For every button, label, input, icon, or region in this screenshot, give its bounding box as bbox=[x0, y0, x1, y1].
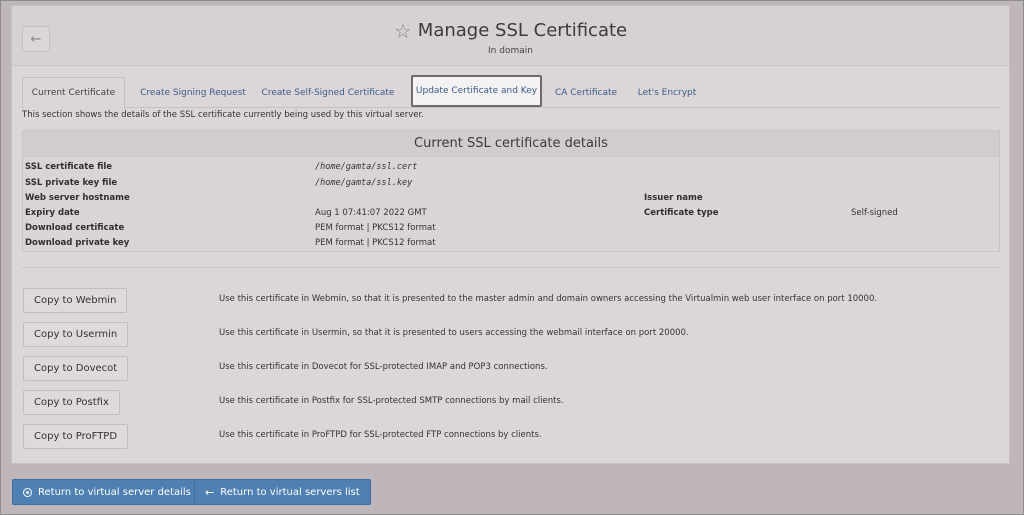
copy-to-postfix-button[interactable]: Copy to Postfix bbox=[23, 390, 120, 415]
return-to-servers-list-label: Return to virtual servers list bbox=[220, 486, 360, 498]
main-panel: ← ☆ Manage SSL Certificate In domain Cur… bbox=[11, 5, 1010, 464]
tab-lets-encrypt[interactable]: Let's Encrypt bbox=[630, 77, 704, 108]
page-title: Manage SSL Certificate bbox=[417, 20, 628, 41]
issuer-label: Issuer name bbox=[644, 193, 703, 203]
circle-dot-icon bbox=[23, 487, 32, 497]
return-to-server-details-label: Return to virtual server details bbox=[38, 486, 191, 498]
cert-type-value: Self-signed bbox=[851, 208, 898, 218]
return-to-servers-list-button[interactable]: ← Return to virtual servers list bbox=[194, 479, 371, 505]
download-key-links[interactable]: PEM format | PKCS12 format bbox=[315, 238, 436, 248]
copy-to-proftpd-button[interactable]: Copy to ProFTPD bbox=[23, 424, 129, 449]
key-file-label: SSL private key file bbox=[25, 178, 118, 188]
certificate-details-table: Current SSL certificate details SSL cert… bbox=[22, 130, 1000, 252]
details-heading: Current SSL certificate details bbox=[23, 131, 999, 157]
copy-to-usermin-button[interactable]: Copy to Usermin bbox=[23, 322, 129, 347]
section-divider bbox=[22, 267, 1000, 268]
tab-bar: Current Certificate Create Signing Reque… bbox=[22, 75, 1000, 109]
page-subtitle: In domain bbox=[488, 45, 533, 56]
tab-create-self-signed-certificate[interactable]: Create Self-Signed Certificate bbox=[259, 77, 397, 108]
copy-to-postfix-description: Use this certificate in Postfix for SSL-… bbox=[219, 396, 564, 406]
cert-type-label: Certificate type bbox=[644, 208, 719, 218]
key-file-value: /home/gamta/ssl.key bbox=[315, 178, 413, 188]
copy-to-proftpd-description: Use this certificate in ProFTPD for SSL-… bbox=[219, 430, 542, 440]
section-description: This section shows the details of the SS… bbox=[22, 110, 424, 120]
tab-current-certificate[interactable]: Current Certificate bbox=[22, 77, 125, 109]
download-key-label: Download private key bbox=[25, 238, 130, 248]
tab-create-signing-request[interactable]: Create Signing Request bbox=[132, 77, 254, 108]
cert-file-value: /home/gamta/ssl.cert bbox=[315, 162, 418, 172]
star-outline-icon[interactable]: ☆ bbox=[394, 21, 412, 41]
copy-to-webmin-button[interactable]: Copy to Webmin bbox=[23, 288, 128, 313]
copy-to-usermin-description: Use this certificate in Usermin, so that… bbox=[219, 328, 689, 338]
tab-ca-certificate[interactable]: CA Certificate bbox=[548, 77, 624, 108]
cert-file-label: SSL certificate file bbox=[25, 162, 113, 172]
arrow-left-icon: ← bbox=[205, 485, 215, 499]
download-cert-label: Download certificate bbox=[25, 223, 125, 233]
copy-to-dovecot-button[interactable]: Copy to Dovecot bbox=[23, 356, 129, 381]
tab-update-certificate-and-key[interactable]: Update Certificate and Key bbox=[411, 75, 542, 107]
copy-to-webmin-description: Use this certificate in Webmin, so that … bbox=[219, 294, 878, 304]
expiry-value: Aug 1 07:41:07 2022 GMT bbox=[315, 208, 427, 218]
return-to-server-details-button[interactable]: Return to virtual server details bbox=[12, 479, 202, 505]
page-header: ← ☆ Manage SSL Certificate In domain bbox=[12, 6, 1009, 66]
hostname-label: Web server hostname bbox=[25, 193, 130, 203]
download-cert-links[interactable]: PEM format | PKCS12 format bbox=[315, 223, 436, 233]
copy-to-dovecot-description: Use this certificate in Dovecot for SSL-… bbox=[219, 362, 548, 372]
expiry-label: Expiry date bbox=[25, 208, 80, 218]
title-block: ☆ Manage SSL Certificate In domain bbox=[12, 20, 1009, 56]
